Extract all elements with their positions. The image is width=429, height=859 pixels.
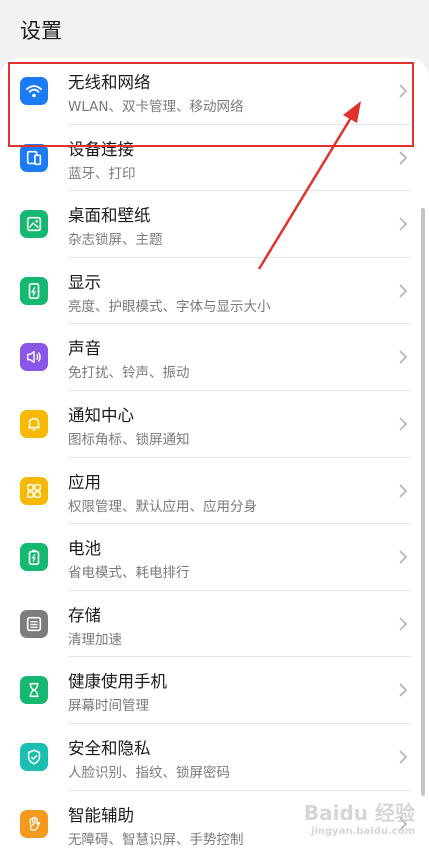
baidu-watermark: Baidu 经验 jingyan.baidu.com: [304, 797, 415, 837]
watermark-url: jingyan.baidu.com: [311, 826, 415, 837]
annotation-arrow: [257, 101, 361, 270]
watermark-text: Baidu 经验: [303, 801, 415, 825]
